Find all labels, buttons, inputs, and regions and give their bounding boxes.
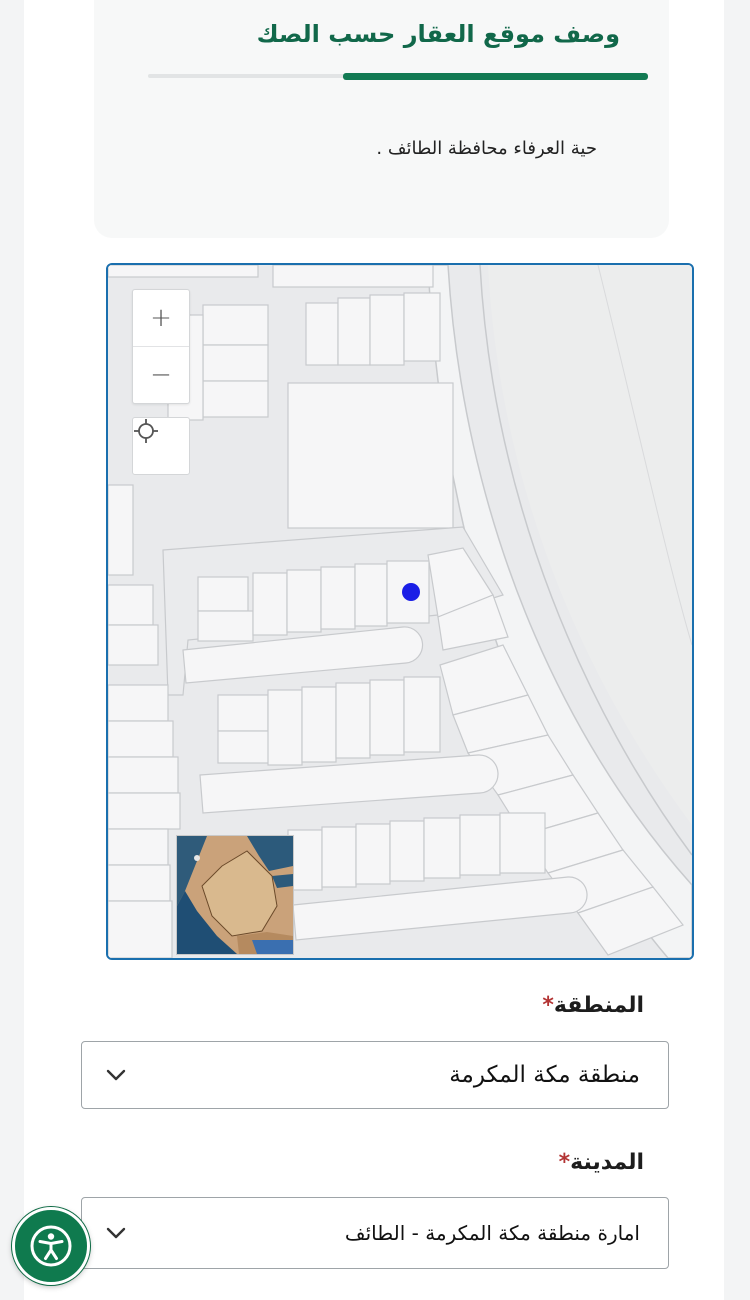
city-select[interactable]: امارة منطقة مكة المكرمة - الطائف: [81, 1197, 669, 1269]
region-selected-value: منطقة مكة المكرمة: [449, 1062, 640, 1088]
deed-location-text: حية العرفاء محافظة الطائف .: [376, 138, 597, 159]
accessibility-icon: [30, 1225, 72, 1267]
chevron-down-icon: [106, 1069, 126, 1081]
city-selected-value: امارة منطقة مكة المكرمة - الطائف: [344, 1221, 640, 1245]
active-tab-indicator: [343, 73, 648, 80]
zoom-in-button[interactable]: +: [133, 290, 189, 346]
zoom-control: + −: [132, 289, 190, 404]
city-label: المدينة*: [549, 1150, 644, 1175]
location-marker[interactable]: [402, 583, 420, 601]
accessibility-button[interactable]: [12, 1207, 90, 1285]
locate-me-button[interactable]: [132, 417, 190, 475]
section-title: وصف موقع العقار حسب الصك: [256, 20, 620, 48]
overview-minimap[interactable]: [176, 835, 294, 955]
locate-icon: [134, 419, 158, 443]
zoom-out-icon: −: [150, 360, 172, 390]
map-view[interactable]: + −: [106, 263, 694, 960]
city-required-mark: *: [558, 1150, 571, 1175]
region-select[interactable]: منطقة مكة المكرمة: [81, 1041, 669, 1109]
region-label: المنطقة*: [532, 993, 644, 1018]
saudi-arabia-overview-icon: [177, 836, 293, 954]
zoom-in-icon: +: [150, 303, 172, 333]
region-label-text: المنطقة: [553, 993, 644, 1018]
chevron-down-icon: [106, 1227, 126, 1239]
zoom-out-button[interactable]: −: [133, 346, 189, 403]
region-required-mark: *: [542, 993, 554, 1018]
city-label-text: المدينة: [570, 1150, 644, 1175]
page: وصف موقع العقار حسب الصك حية العرفاء محا…: [24, 0, 724, 1300]
